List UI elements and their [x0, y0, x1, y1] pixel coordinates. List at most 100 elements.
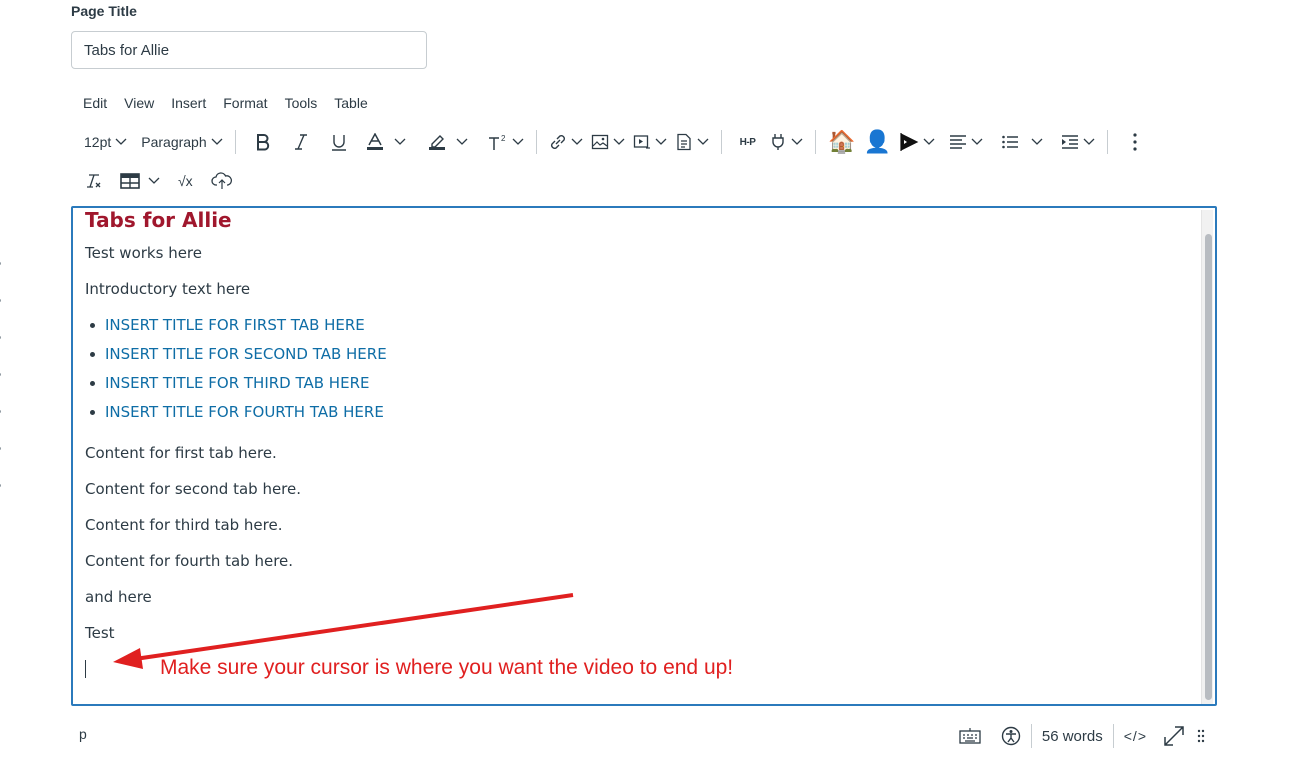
h5p-icon: H-P: [739, 136, 756, 148]
drag-handle-icon: [1197, 729, 1205, 743]
html-editor-button[interactable]: </>: [1114, 728, 1157, 744]
media-button[interactable]: [629, 127, 671, 157]
align-button[interactable]: [945, 127, 987, 157]
bold-icon: [256, 134, 269, 151]
superscript-button[interactable]: 2: [484, 127, 528, 157]
rich-text-editor[interactable]: Tabs for Allie Test works here Introduct…: [71, 206, 1217, 706]
clear-format-icon: [87, 174, 101, 188]
paragraph: Test: [85, 624, 115, 642]
tab-link-first[interactable]: INSERT TITLE FOR FIRST TAB HERE: [105, 316, 365, 334]
highlight-button[interactable]: [424, 127, 472, 157]
cloud-button[interactable]: [207, 166, 237, 196]
user-emoji-icon: 👤: [863, 129, 892, 154]
menu-view[interactable]: View: [124, 95, 154, 111]
text-color-button[interactable]: [362, 127, 410, 157]
cloud-icon: [211, 172, 232, 189]
more-button[interactable]: [1128, 127, 1142, 157]
list-item: INSERT TITLE FOR FIRST TAB HERE: [85, 315, 387, 344]
plugin-button[interactable]: [765, 127, 807, 157]
keyboard-shortcuts-button[interactable]: [949, 728, 991, 744]
paragraph: Introductory text here: [85, 280, 251, 298]
tab-link-fourth[interactable]: INSERT TITLE FOR FOURTH TAB HERE: [105, 403, 384, 421]
page-title-input[interactable]: [71, 31, 427, 69]
chevron-down-icon: [655, 138, 667, 145]
image-icon: [591, 134, 608, 150]
document-icon: [676, 133, 691, 151]
chevron-down-icon: [1031, 138, 1043, 145]
document-button[interactable]: [671, 127, 713, 157]
scrollbar-thumb[interactable]: [1205, 234, 1212, 700]
highlight-icon: [428, 135, 445, 150]
menu-insert[interactable]: Insert: [171, 95, 206, 111]
align-icon: [950, 135, 967, 149]
chevron-down-icon: [613, 138, 625, 145]
list-item: INSERT TITLE FOR THIRD TAB HERE: [85, 373, 387, 402]
font-size-select[interactable]: 12pt: [80, 127, 131, 157]
word-count: 56 words: [1041, 727, 1103, 745]
editor-toolbar: 12pt Paragraph 2 H-P 🏠 👤: [80, 124, 1142, 160]
left-edge-dots: [0, 262, 4, 521]
statusbar-tools: 56 words </>: [949, 722, 1211, 750]
word-count-button[interactable]: 56 words: [1032, 728, 1113, 745]
fullscreen-icon: [1164, 726, 1184, 746]
italic-icon: [294, 134, 307, 150]
editor-scrollbar[interactable]: [1201, 210, 1213, 704]
block-format-select[interactable]: Paragraph: [137, 127, 226, 157]
math-button[interactable]: √x: [174, 166, 197, 196]
editor-menubar: Edit View Insert Format Tools Table: [83, 95, 385, 111]
menu-format[interactable]: Format: [223, 95, 267, 111]
flag-icon: [900, 133, 919, 151]
toolbar-separator: [815, 130, 817, 154]
indent-button[interactable]: [1057, 127, 1099, 157]
list-icon: [1002, 135, 1019, 149]
page-title-label: Page Title: [71, 3, 137, 19]
paragraph: Test works here: [85, 244, 202, 262]
h5p-button[interactable]: H-P: [736, 127, 760, 157]
tab-link-third[interactable]: INSERT TITLE FOR THIRD TAB HERE: [105, 374, 369, 392]
italic-button[interactable]: [288, 127, 314, 157]
text-cursor: [85, 660, 86, 678]
underline-button[interactable]: [326, 127, 352, 157]
chevron-down-icon: [115, 138, 127, 145]
image-button[interactable]: [587, 127, 629, 157]
paragraph: and here: [85, 588, 152, 606]
paragraph: Content for first tab here.: [85, 444, 277, 462]
code-icon: </>: [1123, 728, 1147, 744]
menu-edit[interactable]: Edit: [83, 95, 107, 111]
list-item: INSERT TITLE FOR SECOND TAB HERE: [85, 344, 387, 373]
chevron-down-icon: [923, 138, 935, 145]
chevron-down-icon: [571, 138, 583, 145]
math-icon: √x: [178, 173, 193, 189]
flag-tool-button[interactable]: [895, 127, 939, 157]
table-button[interactable]: [116, 166, 164, 196]
menu-tools[interactable]: Tools: [285, 95, 318, 111]
menu-table[interactable]: Table: [334, 95, 367, 111]
editor-toolbar-row2: √x: [80, 166, 237, 196]
resize-handle[interactable]: [1191, 728, 1211, 744]
media-icon: [633, 135, 650, 149]
bold-button[interactable]: [250, 127, 276, 157]
superscript-icon: 2: [488, 134, 506, 150]
accessibility-checker-button[interactable]: [991, 726, 1031, 746]
text-color-icon: [366, 133, 383, 150]
element-path[interactable]: p: [79, 726, 87, 742]
indent-icon: [1062, 135, 1079, 149]
content-heading: Tabs for Allie: [85, 208, 232, 232]
more-icon: [1133, 133, 1137, 151]
toolbar-separator: [535, 130, 537, 154]
toolbar-separator: [1107, 130, 1109, 154]
table-icon: [120, 173, 140, 189]
list-button[interactable]: [997, 127, 1047, 157]
clear-format-button[interactable]: [80, 166, 106, 196]
annotation-text: Make sure your cursor is where you want …: [160, 656, 734, 679]
plugin-icon: [772, 134, 785, 150]
fullscreen-button[interactable]: [1157, 725, 1191, 747]
house-tool-button[interactable]: 🏠: [824, 127, 859, 157]
chevron-down-icon: [971, 138, 983, 145]
link-button[interactable]: [545, 127, 587, 157]
chevron-down-icon: [456, 138, 468, 145]
tab-link-second[interactable]: INSERT TITLE FOR SECOND TAB HERE: [105, 345, 387, 363]
house-emoji-icon: 🏠: [828, 129, 856, 154]
toolbar-separator: [720, 130, 722, 154]
user-tool-button[interactable]: 👤: [860, 127, 895, 157]
